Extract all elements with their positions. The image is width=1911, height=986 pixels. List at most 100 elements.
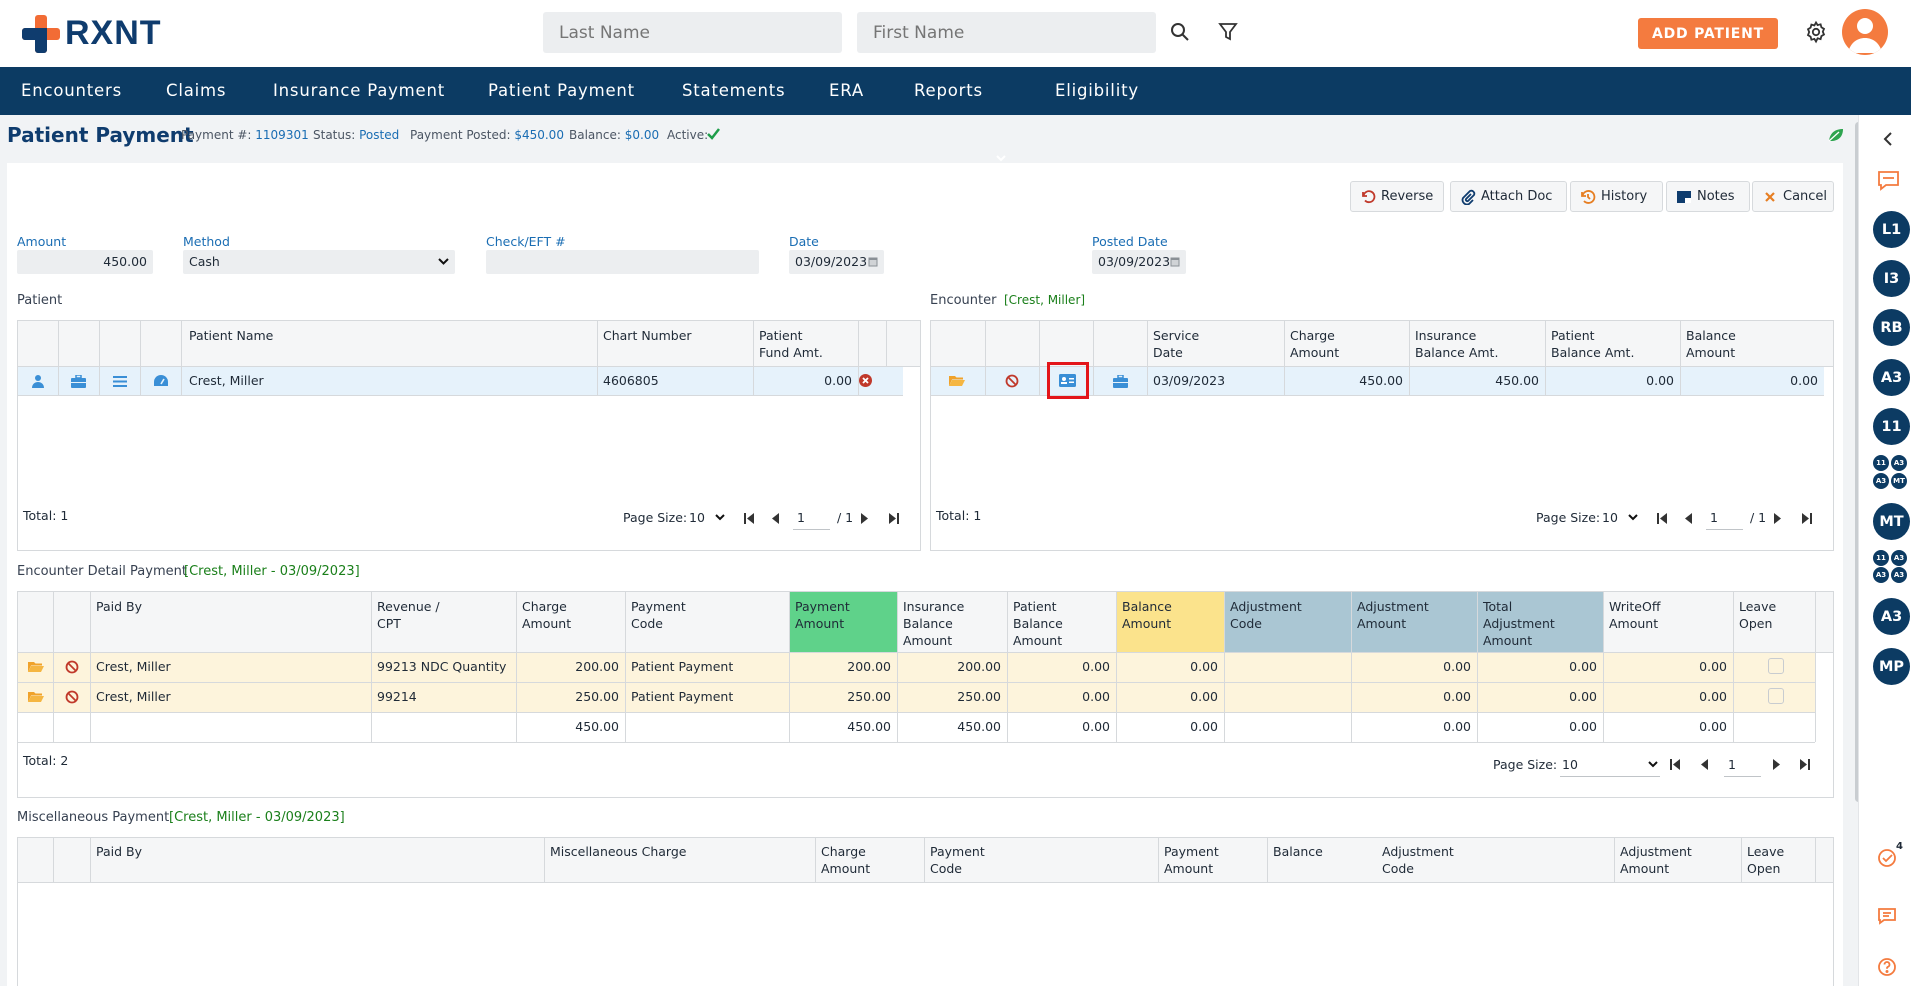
remove-circle-icon[interactable]: [858, 373, 873, 388]
folder-open-icon[interactable]: [28, 691, 44, 703]
next-page-icon[interactable]: [1774, 513, 1782, 524]
mini-avatar[interactable]: A3: [1891, 455, 1907, 471]
writeoff-cell[interactable]: 0.00: [1608, 689, 1727, 704]
help-icon[interactable]: [1877, 957, 1897, 977]
rail-avatar[interactable]: RB: [1873, 309, 1910, 346]
calendar-icon[interactable]: [1170, 256, 1180, 267]
mini-avatar[interactable]: MT: [1891, 473, 1907, 489]
chat-icon[interactable]: [1877, 170, 1900, 191]
page-size-select[interactable]: 10: [1562, 757, 1658, 772]
briefcase-icon[interactable]: [1113, 375, 1128, 388]
prev-page-icon[interactable]: [1684, 513, 1692, 524]
reverse-button[interactable]: Reverse: [1350, 181, 1444, 212]
gear-icon[interactable]: [1804, 20, 1828, 44]
dashboard-icon[interactable]: [153, 374, 169, 388]
search-icon[interactable]: [1168, 20, 1192, 44]
page-input[interactable]: 1: [797, 510, 805, 525]
list-icon[interactable]: [113, 375, 127, 388]
first-page-icon[interactable]: [1669, 759, 1681, 770]
last-page-icon[interactable]: [888, 513, 900, 524]
page-title: Patient Payment: [7, 123, 194, 147]
next-page-icon[interactable]: [861, 513, 869, 524]
payment-amount-cell[interactable]: 200.00: [794, 659, 891, 674]
first-name-input[interactable]: [857, 12, 1156, 53]
message-icon[interactable]: [1877, 907, 1897, 925]
last-page-icon[interactable]: [1799, 759, 1811, 770]
page-size-label: Page Size:: [623, 510, 688, 525]
last-name-input[interactable]: [543, 12, 842, 53]
main-nav: Encounters Claims Insurance Payment Pati…: [0, 67, 1911, 162]
page-size-select[interactable]: 10: [689, 510, 725, 525]
mini-avatar[interactable]: 11: [1873, 550, 1889, 566]
briefcase-icon[interactable]: [71, 375, 86, 388]
nav-claims[interactable]: Claims: [166, 81, 226, 100]
calendar-icon[interactable]: [868, 256, 878, 267]
writeoff-cell[interactable]: 0.00: [1608, 659, 1727, 674]
paid-by-cell: Crest, Miller: [96, 689, 171, 704]
next-page-icon[interactable]: [1773, 759, 1781, 770]
folder-open-icon[interactable]: [28, 661, 44, 673]
prev-page-icon[interactable]: [1700, 759, 1708, 770]
rxnt-logo[interactable]: RXNT: [22, 14, 162, 53]
method-select[interactable]: Cash: [183, 250, 455, 274]
check-eft-field[interactable]: [486, 250, 759, 274]
chevron-left-icon[interactable]: [1883, 132, 1893, 146]
mini-avatar[interactable]: 11: [1873, 455, 1889, 471]
nav-era[interactable]: ERA: [829, 81, 864, 100]
page-input[interactable]: 1: [1728, 757, 1736, 772]
adjustment-amount-header-1: Adjustment: [1620, 844, 1692, 859]
mini-avatar[interactable]: A3: [1873, 567, 1889, 583]
patient-balance-header-1: Patient: [1551, 328, 1595, 343]
block-icon[interactable]: [65, 660, 79, 674]
history-button[interactable]: History: [1570, 181, 1663, 212]
logo-text: RXNT: [65, 14, 162, 52]
charge-total: 450.00: [575, 719, 619, 734]
mini-avatar[interactable]: A3: [1891, 550, 1907, 566]
rail-avatar[interactable]: L1: [1873, 211, 1910, 248]
page-input[interactable]: 1: [1710, 510, 1718, 525]
filter-icon[interactable]: [1216, 20, 1240, 44]
nav-statements[interactable]: Statements: [682, 81, 785, 100]
id-card-icon[interactable]: [1059, 374, 1076, 387]
mini-avatar[interactable]: A3: [1873, 473, 1889, 489]
adjustment-amount-cell[interactable]: 0.00: [1356, 689, 1471, 704]
nav-reports[interactable]: Reports: [914, 81, 983, 100]
first-page-icon[interactable]: [1656, 513, 1668, 524]
nav-patient-payment[interactable]: Patient Payment: [488, 81, 635, 100]
block-icon[interactable]: [1005, 374, 1019, 388]
tasks-icon[interactable]: [1876, 847, 1898, 869]
amount-field[interactable]: 450.00: [17, 250, 153, 274]
rail-avatar[interactable]: MP: [1873, 648, 1910, 685]
insurance-balance-total: 450.00: [957, 719, 1001, 734]
rail-avatar[interactable]: A3: [1873, 359, 1910, 396]
rail-avatar[interactable]: MT: [1873, 503, 1910, 540]
mini-avatar[interactable]: A3: [1891, 567, 1907, 583]
prev-page-icon[interactable]: [771, 513, 779, 524]
last-page-icon[interactable]: [1801, 513, 1813, 524]
page-size-select[interactable]: 10: [1602, 510, 1638, 525]
date-field[interactable]: 03/09/2023: [789, 250, 884, 274]
posted-date-field[interactable]: 03/09/2023: [1092, 250, 1186, 274]
leave-open-checkbox[interactable]: [1768, 688, 1784, 704]
patient-section-label: Patient: [17, 293, 63, 308]
rail-avatar[interactable]: I3: [1873, 260, 1910, 297]
total-adjustment-cell: 0.00: [1569, 659, 1597, 674]
nav-eligibility[interactable]: Eligibility: [1055, 81, 1139, 100]
leaf-icon[interactable]: [1827, 127, 1845, 143]
block-icon[interactable]: [65, 690, 79, 704]
person-icon[interactable]: [31, 374, 45, 388]
folder-open-icon[interactable]: [949, 375, 965, 387]
cancel-button[interactable]: Cancel: [1752, 181, 1834, 212]
user-avatar[interactable]: [1842, 9, 1888, 55]
rail-avatar[interactable]: A3: [1873, 598, 1910, 635]
leave-open-checkbox[interactable]: [1768, 658, 1784, 674]
first-page-icon[interactable]: [743, 513, 755, 524]
rail-avatar[interactable]: 11: [1873, 408, 1910, 445]
add-patient-button[interactable]: ADD PATIENT: [1638, 18, 1778, 49]
adjustment-amount-cell[interactable]: 0.00: [1356, 659, 1471, 674]
notes-button[interactable]: Notes: [1666, 181, 1750, 212]
nav-encounters[interactable]: Encounters: [21, 81, 122, 100]
attach-doc-button[interactable]: Attach Doc: [1450, 181, 1567, 212]
nav-insurance-payment[interactable]: Insurance Payment: [273, 81, 445, 100]
payment-amount-cell[interactable]: 250.00: [794, 689, 891, 704]
